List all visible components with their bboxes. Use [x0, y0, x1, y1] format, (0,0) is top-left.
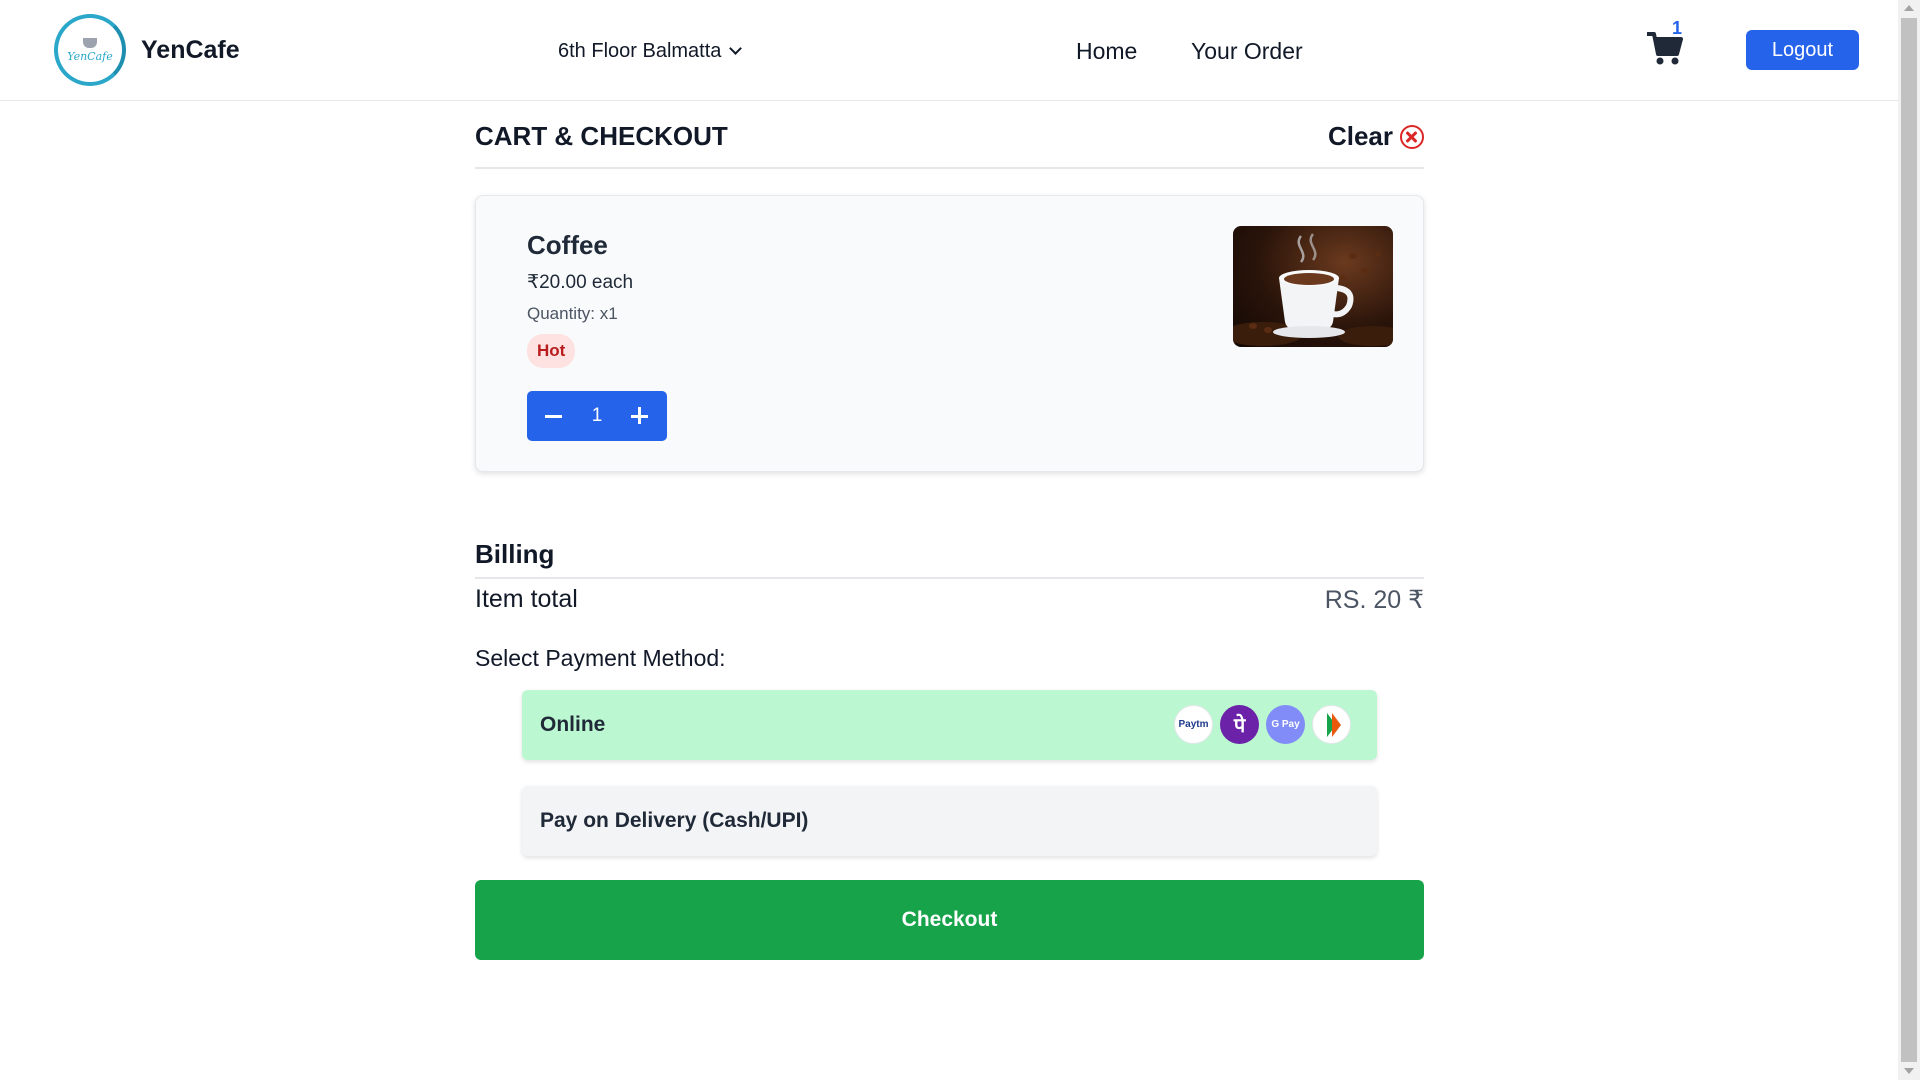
clear-label: Clear [1327, 121, 1393, 151]
nav-home-link[interactable]: Home [1076, 38, 1137, 65]
navbar: YenCafe YenCafe 6th Floor Balmatta Home … [0, 0, 1898, 101]
close-circle-icon [1400, 124, 1424, 149]
location-selector[interactable]: 6th Floor Balmatta [558, 40, 743, 63]
checkout-button[interactable]: Checkout [475, 880, 1424, 960]
cart-item-card: Coffee ₹20.00 each Quantity: x1 Hot 1 [475, 195, 1424, 472]
payment-option-cod[interactable]: Pay on Delivery (Cash/UPI) [522, 786, 1377, 856]
phonepe-icon: पे [1220, 705, 1259, 744]
item-total-value: RS. 20 ₹ [1324, 586, 1424, 614]
yencafe-logo[interactable]: YenCafe [54, 14, 126, 86]
scroll-up-icon[interactable] [1904, 5, 1914, 11]
nav-your-order-link[interactable]: Your Order [1191, 38, 1303, 65]
bhim-icon [1312, 705, 1351, 744]
cart-count-badge: 1 [1672, 18, 1683, 38]
item-price: ₹20.00 each [527, 272, 634, 293]
coffee-image [1233, 226, 1393, 347]
scroll-down-icon[interactable] [1904, 1068, 1914, 1074]
payment-option-label: Pay on Delivery (Cash/UPI) [540, 809, 809, 832]
item-tag-hot: Hot [527, 334, 576, 368]
page-scrollbar[interactable] [1898, 0, 1920, 1080]
paytm-icon: Paytm [1174, 705, 1213, 744]
cart-title-row: CART & CHECKOUT Clear [475, 101, 1424, 169]
logout-button[interactable]: Logout [1746, 30, 1859, 70]
location-label: 6th Floor Balmatta [558, 40, 722, 62]
page-title: CART & CHECKOUT [475, 121, 728, 151]
payment-option-label: Online [540, 713, 606, 736]
decrease-quantity-button[interactable] [543, 405, 565, 427]
payment-method-title: Select Payment Method: [475, 645, 726, 671]
payment-option-online[interactable]: Online Paytm पे G Pay [522, 690, 1377, 760]
cup-icon [83, 37, 97, 48]
chevron-down-icon [729, 42, 743, 55]
quantity-value: 1 [591, 405, 603, 426]
item-total-row: Item total RS. 20 ₹ [475, 585, 1424, 615]
cart-checkout-section: CART & CHECKOUT Clear Coffee ₹20.00 each… [475, 101, 1424, 960]
item-total-label: Item total [475, 585, 578, 613]
billing-title: Billing [475, 531, 1424, 579]
scroll-thumb[interactable] [1901, 18, 1917, 1062]
increase-quantity-button[interactable] [629, 405, 651, 427]
clear-cart-button[interactable]: Clear [1328, 121, 1424, 152]
item-name: Coffee [527, 230, 608, 260]
logo-text: YenCafe [67, 49, 113, 63]
item-quantity: Quantity: x1 [527, 304, 618, 323]
brand-name[interactable]: YenCafe [141, 36, 240, 65]
payment-icons: Paytm पे G Pay [1174, 705, 1351, 744]
quantity-stepper: 1 [527, 391, 667, 441]
gpay-icon: G Pay [1266, 705, 1305, 744]
